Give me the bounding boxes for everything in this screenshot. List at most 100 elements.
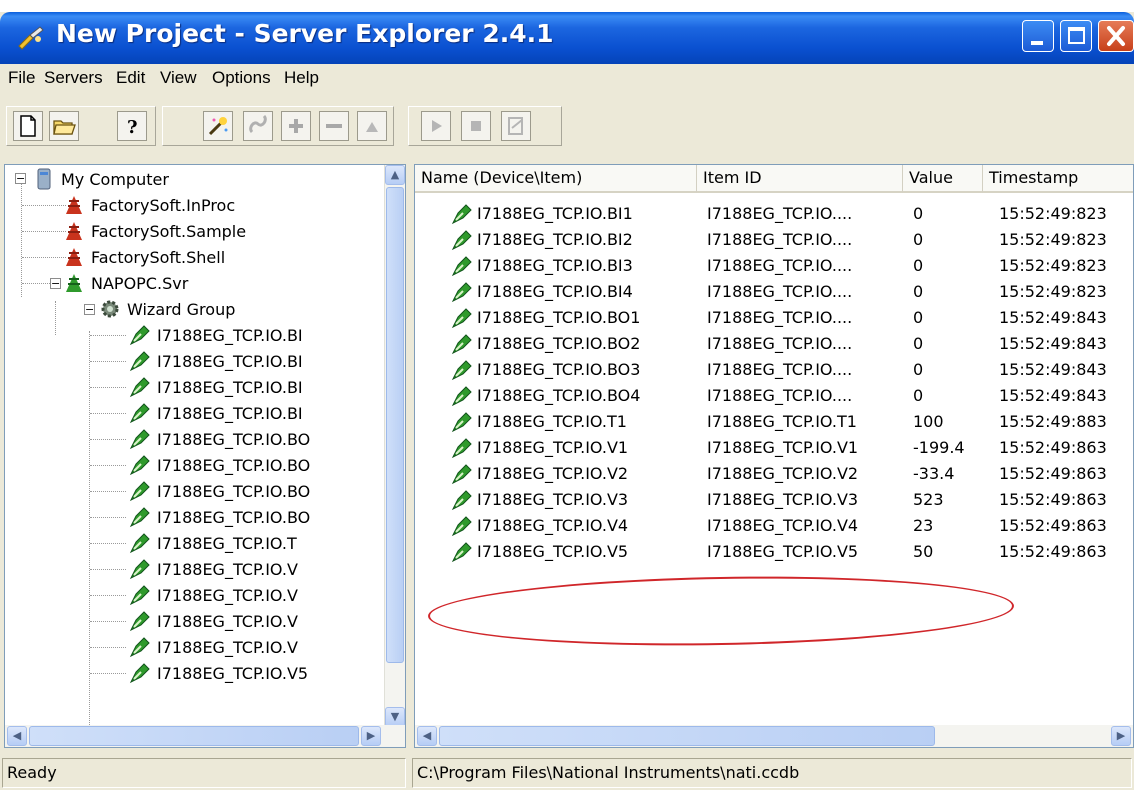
tree-item-tag[interactable]: I7188EG_TCP.IO.V — [129, 556, 298, 582]
cell-item-id: I7188EG_TCP.IO.... — [707, 282, 853, 301]
tree-node-server[interactable]: FactorySoft.Shell — [63, 244, 225, 270]
stop-button[interactable] — [461, 111, 491, 141]
item-list-view[interactable]: Name (Device\Item) Item ID Value Timesta… — [414, 164, 1134, 748]
item-tag-icon — [451, 334, 472, 355]
open-button[interactable] — [49, 111, 79, 141]
column-header-timestamp[interactable]: Timestamp — [983, 165, 1133, 193]
add-item-button[interactable] — [281, 111, 311, 141]
item-tag-icon — [451, 412, 472, 433]
tree-item-tag[interactable]: I7188EG_TCP.IO.BO — [129, 478, 310, 504]
column-header-item-id[interactable]: Item ID — [697, 165, 903, 193]
play-button[interactable] — [421, 111, 451, 141]
tree-node-group[interactable]: Wizard Group — [99, 296, 235, 322]
tree-collapse-icon[interactable]: − — [15, 173, 26, 184]
tree-label: Wizard Group — [127, 299, 236, 319]
menu-help[interactable]: Help — [284, 68, 319, 88]
menu-options[interactable]: Options — [212, 68, 271, 88]
cell-name: I7188EG_TCP.IO.BI3 — [477, 256, 633, 275]
cell-item-id: I7188EG_TCP.IO.V3 — [707, 490, 859, 509]
item-tag-icon — [451, 204, 472, 225]
remove-item-button[interactable] — [319, 111, 349, 141]
column-header-name[interactable]: Name (Device\Item) — [415, 165, 697, 193]
scroll-left-button[interactable]: ◀ — [417, 726, 437, 746]
minimize-button[interactable] — [1022, 20, 1054, 52]
item-tag-icon — [451, 438, 472, 459]
cell-value: 0 — [913, 308, 924, 327]
tree-node-server[interactable]: FactorySoft.InProc — [63, 192, 235, 218]
tree-vertical-scrollbar[interactable]: ▲ ▼ — [384, 165, 405, 727]
item-tag-icon — [451, 386, 472, 407]
list-row[interactable]: I7188EG_TCP.IO.BI3 I7188EG_TCP.IO.... 0 15:… — [415, 253, 1115, 279]
cell-timestamp: 15:52:49:863 — [999, 490, 1107, 509]
item-tag-icon — [451, 308, 472, 329]
tree-label: I7188EG_TCP.IO.BI — [157, 351, 303, 371]
menu-servers[interactable]: Servers — [44, 68, 103, 88]
stop-icon — [471, 121, 481, 131]
scroll-up-button[interactable]: ▲ — [385, 165, 405, 185]
list-row[interactable]: I7188EG_TCP.IO.BO1 I7188EG_TCP.IO.... 0 15:… — [415, 305, 1115, 331]
list-row[interactable]: I7188EG_TCP.IO.BI1 I7188EG_TCP.IO.... 0 15:… — [415, 201, 1115, 227]
tree-item-tag[interactable]: I7188EG_TCP.IO.BI — [129, 348, 303, 374]
tree-horizontal-scrollbar[interactable]: ◀ ▶ — [5, 725, 405, 747]
scroll-thumb[interactable] — [386, 187, 404, 663]
list-horizontal-scrollbar[interactable]: ◀ ▶ — [415, 725, 1133, 747]
title-bar[interactable]: New Project - Server Explorer 2.4.1 — [0, 12, 1134, 64]
tree-collapse-icon[interactable]: − — [84, 304, 95, 315]
list-row[interactable]: I7188EG_TCP.IO.BO2 I7188EG_TCP.IO.... 0 15:… — [415, 331, 1115, 357]
list-row[interactable]: I7188EG_TCP.IO.BI4 I7188EG_TCP.IO.... 0 15:… — [415, 279, 1115, 305]
help-button[interactable]: ? — [117, 111, 147, 141]
tree-item-tag[interactable]: I7188EG_TCP.IO.V — [129, 634, 298, 660]
new-button[interactable] — [13, 111, 43, 141]
tree-node-server[interactable]: FactorySoft.Sample — [63, 218, 246, 244]
list-row[interactable]: I7188EG_TCP.IO.BO4 I7188EG_TCP.IO.... 0 15:… — [415, 383, 1115, 409]
tree-item-tag[interactable]: I7188EG_TCP.IO.V — [129, 582, 298, 608]
list-row[interactable]: I7188EG_TCP.IO.V5 I7188EG_TCP.IO.V5 50 15:5… — [415, 539, 1115, 565]
scroll-left-button[interactable]: ◀ — [7, 726, 27, 746]
wizard-button[interactable] — [203, 111, 233, 141]
list-row[interactable]: I7188EG_TCP.IO.V4 I7188EG_TCP.IO.V4 23 15:5… — [415, 513, 1115, 539]
tree-node-server[interactable]: NAPOPC.Svr — [63, 270, 188, 296]
write-button[interactable] — [501, 111, 531, 141]
toolbar-group-file: ? — [6, 106, 156, 146]
cell-timestamp: 15:52:49:843 — [999, 334, 1107, 353]
move-up-button[interactable] — [357, 111, 387, 141]
scroll-thumb[interactable] — [439, 726, 935, 746]
cell-item-id: I7188EG_TCP.IO.... — [707, 360, 853, 379]
tree-item-tag[interactable]: I7188EG_TCP.IO.V5 — [129, 660, 308, 686]
cell-item-id: I7188EG_TCP.IO.V2 — [707, 464, 859, 483]
list-row[interactable]: I7188EG_TCP.IO.T1 I7188EG_TCP.IO.T1 100 15:… — [415, 409, 1115, 435]
tree-item-tag[interactable]: I7188EG_TCP.IO.BI — [129, 374, 303, 400]
list-row[interactable]: I7188EG_TCP.IO.V2 I7188EG_TCP.IO.V2 -33.4 1… — [415, 461, 1115, 487]
tree-label: I7188EG_TCP.IO.T — [157, 533, 297, 553]
tree-collapse-icon[interactable]: − — [50, 278, 61, 289]
menu-edit[interactable]: Edit — [116, 68, 145, 88]
tree-node-my-computer[interactable]: My Computer — [33, 166, 169, 192]
tree-item-tag[interactable]: I7188EG_TCP.IO.T — [129, 530, 297, 556]
list-row[interactable]: I7188EG_TCP.IO.V1 I7188EG_TCP.IO.V1 -199.4… — [415, 435, 1115, 461]
tree-item-tag[interactable]: I7188EG_TCP.IO.BO — [129, 426, 310, 452]
tree-item-tag[interactable]: I7188EG_TCP.IO.BO — [129, 504, 310, 530]
connect-button[interactable] — [243, 111, 273, 141]
tree-item-tag[interactable]: I7188EG_TCP.IO.BO — [129, 452, 310, 478]
scroll-down-button[interactable]: ▼ — [385, 707, 405, 727]
list-row[interactable]: I7188EG_TCP.IO.BI2 I7188EG_TCP.IO.... 0 15:… — [415, 227, 1115, 253]
tree-item-tag[interactable]: I7188EG_TCP.IO.BI — [129, 322, 303, 348]
menu-view[interactable]: View — [160, 68, 197, 88]
tree-item-tag[interactable]: I7188EG_TCP.IO.V — [129, 608, 298, 634]
list-row[interactable]: I7188EG_TCP.IO.V3 I7188EG_TCP.IO.V3 523 15:… — [415, 487, 1115, 513]
scroll-right-button[interactable]: ▶ — [361, 726, 381, 746]
cell-name: I7188EG_TCP.IO.T1 — [477, 412, 627, 431]
scroll-thumb[interactable] — [29, 726, 359, 746]
list-row[interactable]: I7188EG_TCP.IO.BO3 I7188EG_TCP.IO.... 0 15:… — [415, 357, 1115, 383]
cell-name: I7188EG_TCP.IO.BI2 — [477, 230, 633, 249]
tree-item-tag[interactable]: I7188EG_TCP.IO.BI — [129, 400, 303, 426]
menu-file[interactable]: File — [8, 68, 35, 88]
cell-item-id: I7188EG_TCP.IO.... — [707, 386, 853, 405]
status-path: C:\Program Files\National Instruments\na… — [412, 758, 1132, 788]
scroll-right-button[interactable]: ▶ — [1111, 726, 1131, 746]
column-header-value[interactable]: Value — [903, 165, 983, 193]
server-tree[interactable]: − My Computer FactorySoft.InProc Factory… — [4, 164, 406, 748]
maximize-button[interactable] — [1060, 20, 1092, 52]
close-icon — [1107, 26, 1125, 46]
close-button[interactable] — [1098, 20, 1134, 52]
